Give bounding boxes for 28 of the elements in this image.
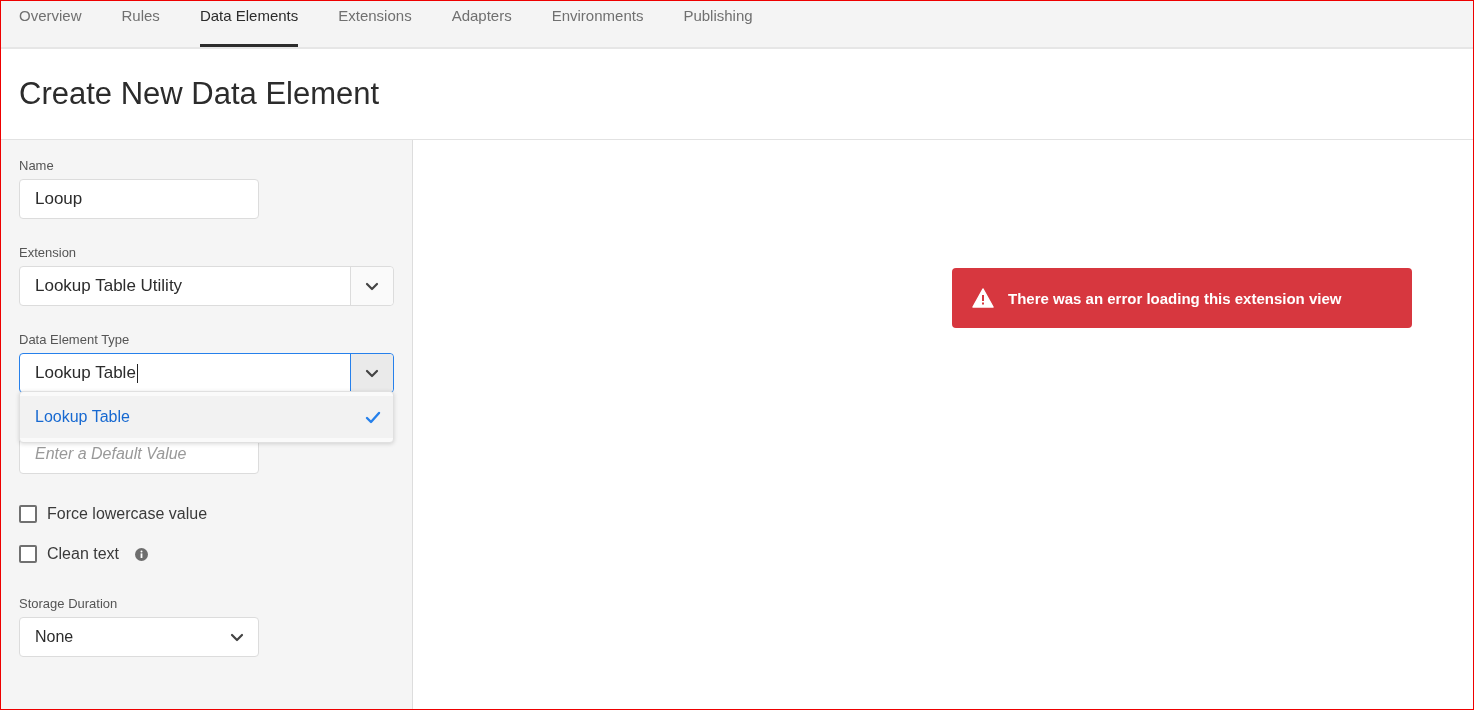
checkmark-icon [365, 410, 381, 424]
warning-icon [972, 288, 994, 308]
nav-tab[interactable]: Extensions [338, 1, 412, 47]
checkbox-label: Clean text [47, 545, 120, 563]
menu-option[interactable]: Lookup Table [20, 396, 393, 438]
nav-tab[interactable]: Data Elements [199, 1, 299, 47]
nav-tab[interactable]: Publishing [683, 1, 753, 47]
nav-tab[interactable]: Rules [121, 1, 160, 47]
checkbox-label: Force lowercase value [47, 505, 208, 523]
nav-tab[interactable]: Overview [19, 1, 82, 47]
checkbox[interactable] [19, 505, 37, 523]
field-label: Name [19, 158, 54, 173]
info-icon[interactable] [135, 547, 149, 561]
field-label: Extension [19, 245, 77, 260]
field-label: Data Element Type [19, 332, 130, 347]
storage-duration-dropdown[interactable]: None [19, 617, 259, 657]
chevron-down-icon [365, 281, 379, 291]
chevron-down-icon [365, 368, 379, 378]
type-combobox[interactable]: Lookup Table [19, 353, 394, 393]
extension-dropdown[interactable]: Lookup Table Utility [19, 266, 394, 306]
nav-tab[interactable]: Environments [551, 1, 644, 47]
name-field[interactable]: Looup [19, 179, 259, 219]
error-message: There was an error loading this extension view [1008, 289, 1342, 307]
field-label: Storage Duration [19, 596, 118, 611]
nav-tab[interactable]: Adapters [451, 1, 512, 47]
checkbox[interactable] [19, 545, 37, 563]
page-title: Create New Data Element [19, 76, 380, 112]
chevron-down-icon [230, 632, 244, 642]
